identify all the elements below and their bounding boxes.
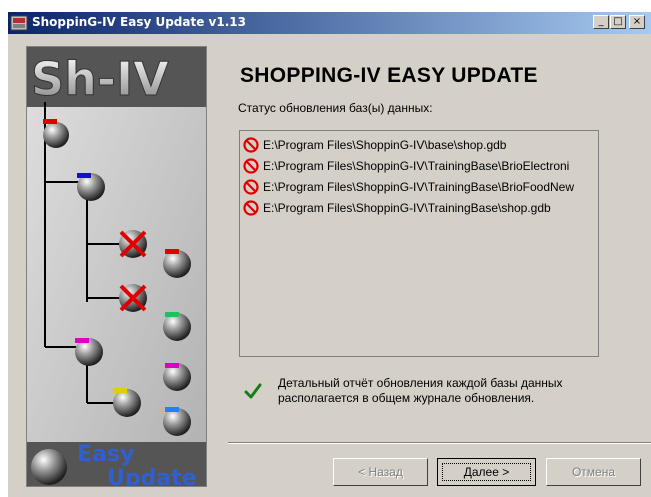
no-entry-icon xyxy=(243,158,259,174)
cancel-button[interactable]: Отмена xyxy=(546,458,641,486)
status-label: Статус обновления баз(ы) данных: xyxy=(238,101,433,115)
list-item[interactable]: E:\Program Files\ShoppinG-IV\TrainingBas… xyxy=(243,198,598,219)
status-list[interactable]: E:\Program Files\ShoppinG-IV\base\shop.g… xyxy=(239,130,599,357)
desktop-strip-left xyxy=(0,0,8,497)
page-heading: SHOPPING-IV EASY UPDATE xyxy=(240,64,538,87)
list-item[interactable]: E:\Program Files\ShoppinG-IV\base\shop.g… xyxy=(243,135,598,156)
banner-artwork: Sh-IV Easy Update xyxy=(27,47,206,487)
list-item-path: E:\Program Files\ShoppinG-IV\TrainingBas… xyxy=(263,201,551,215)
banner-footer-easy: Easy xyxy=(77,442,134,467)
list-item-path: E:\Program Files\ShoppinG-IV\TrainingBas… xyxy=(263,159,570,173)
no-entry-icon xyxy=(243,137,259,153)
info-text: Детальный отчёт обновления каждой базы д… xyxy=(278,376,563,405)
minimize-button[interactable]: _ xyxy=(593,15,609,29)
back-button[interactable]: < Назад xyxy=(333,458,428,486)
next-button-label: Далее > xyxy=(463,465,510,479)
banner-footer-update: Update xyxy=(107,466,197,487)
maximize-button[interactable]: □ xyxy=(610,15,626,29)
desktop-strip-top xyxy=(0,0,651,12)
window-title: ShoppinG-IV Easy Update v1.13 xyxy=(32,15,246,29)
banner-logo: Sh-IV xyxy=(31,52,169,106)
list-item-path: E:\Program Files\ShoppinG-IV\base\shop.g… xyxy=(263,138,507,152)
list-item-path: E:\Program Files\ShoppinG-IV\TrainingBas… xyxy=(263,180,575,194)
list-item[interactable]: E:\Program Files\ShoppinG-IV\TrainingBas… xyxy=(243,177,598,198)
no-entry-icon xyxy=(243,200,259,216)
side-banner: Sh-IV Easy Update xyxy=(26,46,207,487)
close-button[interactable]: × xyxy=(629,15,645,29)
footer-divider xyxy=(228,442,651,444)
no-entry-icon xyxy=(243,179,259,195)
title-bar[interactable]: ShoppinG-IV Easy Update v1.13 _ □ × xyxy=(8,12,651,34)
list-item[interactable]: E:\Program Files\ShoppinG-IV\TrainingBas… xyxy=(243,156,598,177)
app-icon xyxy=(10,15,28,31)
checkmark-icon xyxy=(244,383,262,399)
installer-window: ShoppinG-IV Easy Update v1.13 _ □ × Sh-I… xyxy=(0,0,651,497)
next-button[interactable]: Далее > xyxy=(437,458,536,486)
